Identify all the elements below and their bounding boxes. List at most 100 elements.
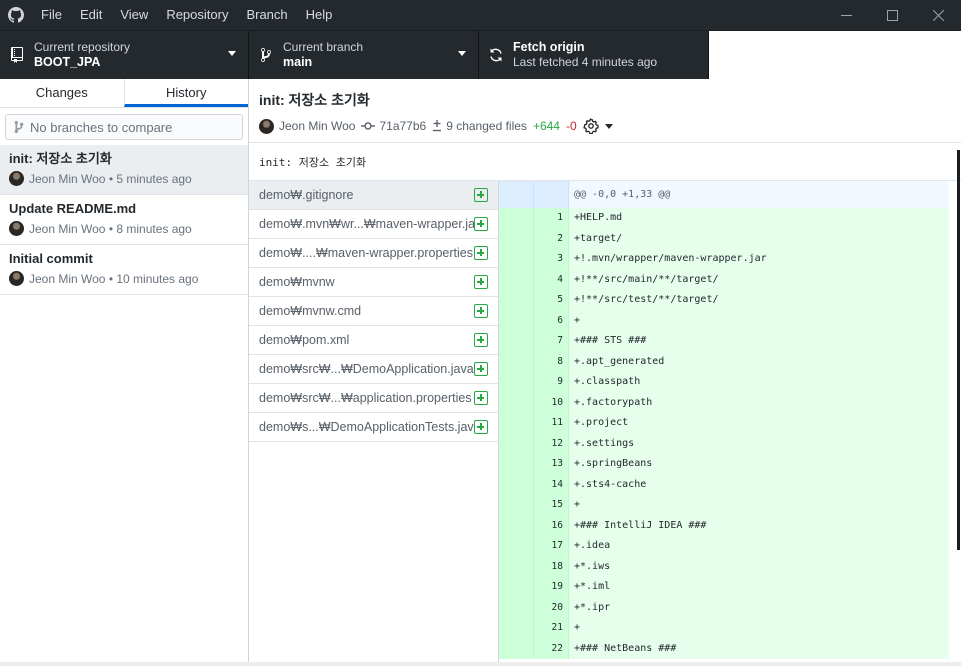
tab-history[interactable]: History (123, 79, 248, 107)
diff-line[interactable]: 17 +.idea (499, 536, 949, 557)
toolbar-spacer (709, 31, 961, 79)
file-item[interactable]: demo₩src₩...₩DemoApplication.java (249, 355, 498, 384)
file-item[interactable]: demo₩src₩...₩application.properties (249, 384, 498, 413)
commit-summary: init: 저장소 초기화 Jeon Min Woo 71a77b6 9 cha… (249, 79, 961, 143)
new-line-number: 8 (534, 351, 569, 372)
old-line-number (499, 310, 534, 331)
commit-author: Jeon Min Woo (279, 119, 356, 133)
diff-line[interactable]: 2 +target/ (499, 228, 949, 249)
menu-file[interactable]: File (32, 0, 71, 30)
diff-line[interactable]: 1 +HELP.md (499, 208, 949, 229)
file-added-icon (474, 217, 488, 231)
file-item[interactable]: demo₩pom.xml (249, 326, 498, 355)
file-item[interactable]: demo₩mvnw.cmd (249, 297, 498, 326)
avatar (9, 171, 24, 186)
diff-line[interactable]: 3 +!.mvn/wrapper/maven-wrapper.jar (499, 249, 949, 270)
new-line-number: 2 (534, 228, 569, 249)
window-controls (823, 0, 961, 30)
diff-line[interactable]: 7 +### STS ### (499, 331, 949, 352)
close-icon[interactable] (915, 0, 961, 30)
commit-title: Initial commit (9, 251, 93, 266)
diff-line[interactable]: 22 +### NetBeans ### (499, 638, 949, 659)
file-added-icon (474, 391, 488, 405)
changed-files-list: demo₩.gitignore demo₩.mvn₩wr...₩maven-wr… (249, 181, 499, 662)
diff-line-code: +.idea (574, 540, 611, 551)
current-repository-button[interactable]: Current repository BOOT_JPA (0, 31, 249, 79)
old-line-number (499, 392, 534, 413)
file-item[interactable]: demo₩.mvn₩wr...₩maven-wrapper.jar (249, 210, 498, 239)
additions-count: +644 (532, 119, 560, 133)
branch-compare-input[interactable]: No branches to compare (5, 114, 243, 140)
diff-line-code: +*.iws (574, 560, 611, 572)
file-item[interactable]: demo₩s...₩DemoApplicationTests.java (249, 413, 498, 442)
menu-bar: File Edit View Repository Branch Help (32, 0, 341, 30)
maximize-icon[interactable] (869, 0, 915, 30)
diff-line[interactable]: 12 +.settings (499, 433, 949, 454)
new-line-number: 6 (534, 310, 569, 331)
diff-line[interactable]: 9 +.classpath (499, 372, 949, 393)
diff-line[interactable]: 18 +*.iws (499, 556, 949, 577)
new-line-number: 7 (534, 331, 569, 352)
diff-line[interactable]: 8 +.apt_generated (499, 351, 949, 372)
branch-label: Current branch (283, 40, 364, 54)
file-item[interactable]: demo₩.gitignore (249, 181, 498, 210)
commit-list-item[interactable]: Update README.md Jeon Min Woo • 8 minute… (0, 195, 248, 245)
menu-branch[interactable]: Branch (237, 0, 296, 30)
repo-name: BOOT_JPA (34, 55, 101, 69)
diff-icon (433, 120, 442, 132)
old-line-number (499, 331, 534, 352)
github-logo-icon[interactable] (0, 0, 32, 30)
file-added-icon (474, 275, 488, 289)
diff-view[interactable]: @@ -0,0 +1,33 @@ 1 +HELP.md 2 +target/3 +!.m… (499, 181, 949, 662)
tab-changes[interactable]: Changes (0, 79, 124, 107)
file-added-icon (474, 333, 488, 347)
diff-line-code: +.apt_generated (574, 355, 665, 367)
new-line-number: 5 (534, 290, 569, 311)
diff-line[interactable]: 20 +*.ipr (499, 597, 949, 618)
diff-line-code: +.factorypath (574, 396, 653, 408)
current-branch-button[interactable]: Current branch main (249, 31, 479, 79)
new-line-number: 10 (534, 392, 569, 413)
diff-line-code: +.settings (574, 437, 635, 449)
fetch-title: Fetch origin (513, 40, 585, 54)
diff-line[interactable]: 13 +.springBeans (499, 454, 949, 475)
new-line-number: 3 (534, 249, 569, 270)
old-line-number (499, 372, 534, 393)
avatar (259, 118, 274, 134)
hunk-text: @@ -0,0 +1,33 @@ (574, 189, 671, 200)
menu-repository[interactable]: Repository (157, 0, 237, 30)
minimize-icon[interactable] (823, 0, 869, 30)
diff-line[interactable]: 14 +.sts4-cache (499, 474, 949, 495)
new-line-number: 19 (534, 577, 569, 598)
menu-view[interactable]: View (111, 0, 157, 30)
old-line-number (499, 208, 534, 229)
diff-line-code: +!**/src/main/**/target/ (574, 273, 719, 285)
menu-edit[interactable]: Edit (71, 0, 111, 30)
diff-line[interactable]: 15 + (499, 495, 949, 516)
commit-list-item[interactable]: Initial commit Jeon Min Woo • 10 minutes… (0, 245, 248, 295)
diff-line[interactable]: 19 +*.iml (499, 577, 949, 598)
diff-line[interactable]: 10 +.factorypath (499, 392, 949, 413)
commit-list-item[interactable]: init: 저장소 초기화 Jeon Min Woo • 5 minutes a… (0, 145, 248, 195)
new-line-number: 1 (534, 208, 569, 229)
diff-line[interactable]: 5 +!**/src/test/**/target/ (499, 290, 949, 311)
diff-line[interactable]: 11 +.project (499, 413, 949, 434)
new-line-number: 20 (534, 597, 569, 618)
fetch-origin-button[interactable]: Fetch origin Last fetched 4 minutes ago (479, 31, 709, 79)
file-added-icon (474, 304, 488, 318)
commit-summary-title: init: 저장소 초기화 (259, 92, 370, 108)
diff-line[interactable]: 21 + (499, 618, 949, 639)
commit-sha[interactable]: 71a77b6 (379, 119, 426, 133)
diff-line[interactable]: 16 +### IntelliJ IDEA ### (499, 515, 949, 536)
diff-settings-button[interactable] (582, 118, 613, 134)
diff-line[interactable]: 6 + (499, 310, 949, 331)
old-line-number (499, 433, 534, 454)
title-bar: File Edit View Repository Branch Help (0, 0, 961, 30)
diff-line[interactable]: 4 +!**/src/main/**/target/ (499, 269, 949, 290)
file-item[interactable]: demo₩....₩maven-wrapper.properties (249, 239, 498, 268)
scrollbar[interactable] (957, 150, 960, 550)
commit-icon (361, 122, 376, 130)
new-line-number: 16 (534, 515, 569, 536)
menu-help[interactable]: Help (297, 0, 342, 30)
file-item[interactable]: demo₩mvnw (249, 268, 498, 297)
